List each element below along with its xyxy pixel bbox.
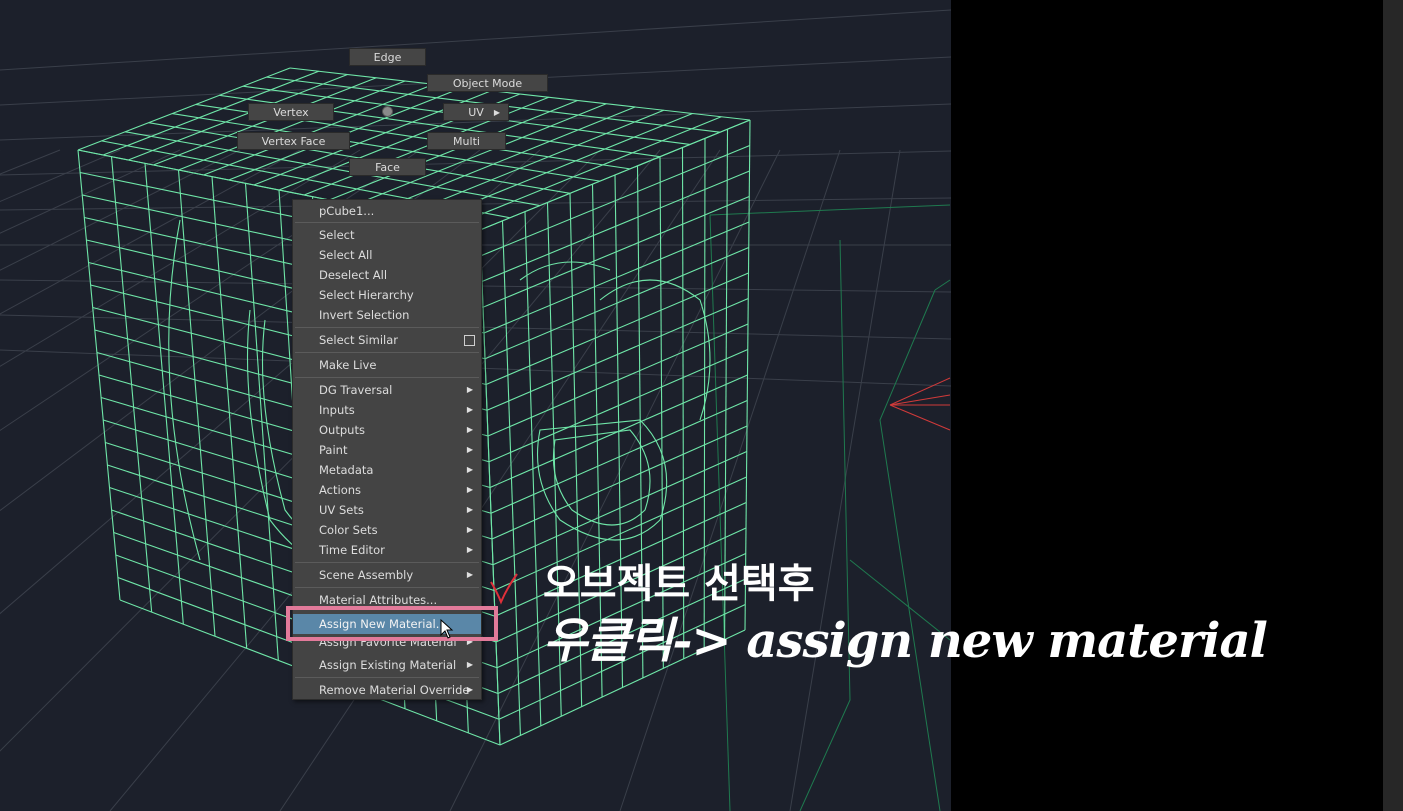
menu-separator [295, 352, 479, 353]
triangle-right-icon: ▶ [466, 405, 473, 414]
menu-item-label: Inputs [319, 403, 355, 417]
menu-item-label: Select Similar [319, 333, 398, 347]
uv-label: UV [468, 106, 484, 119]
3d-viewport[interactable]: Edge Object Mode Vertex UV ▶ Vertex Face… [0, 0, 951, 811]
triangle-right-icon: ▶ [466, 485, 473, 494]
menu-item-invert-selection[interactable]: Invert Selection [293, 305, 481, 325]
menu-item-label: Material Attributes... [319, 593, 438, 607]
option-box-icon[interactable] [464, 335, 475, 346]
triangle-right-icon: ▶ [466, 545, 473, 554]
menu-item-inputs[interactable]: Inputs ▶ [293, 400, 481, 420]
menu-item-remove-material-override[interactable]: Remove Material Override ▶ [293, 680, 481, 700]
triangle-right-icon: ▶ [466, 525, 473, 534]
menu-item-label: Select All [319, 248, 373, 262]
triangle-right-icon: ▶ [466, 465, 473, 474]
menu-item-label: Assign Existing Material [319, 658, 457, 672]
menu-item-actions[interactable]: Actions ▶ [293, 480, 481, 500]
marking-menu-multi[interactable]: Multi [427, 132, 506, 150]
triangle-right-icon: ▶ [466, 685, 473, 694]
triangle-right-icon: ▶ [466, 570, 473, 579]
menu-separator [295, 327, 479, 328]
marking-menu-face[interactable]: Face [349, 158, 426, 176]
marking-menu-center-dot [382, 106, 393, 117]
menu-item-deselect-all[interactable]: Deselect All [293, 265, 481, 285]
menu-item-label: Metadata [319, 463, 374, 477]
triangle-right-icon: ▶ [466, 385, 473, 394]
triangle-right-icon: ▶ [466, 505, 473, 514]
triangle-right-icon: ▶ [466, 425, 473, 434]
tutorial-annotation: 오브젝트 선택후 우클릭-> assign new material [543, 558, 1268, 672]
menu-item-assign-existing-material[interactable]: Assign Existing Material ▶ [293, 655, 481, 675]
menu-item-make-live[interactable]: Make Live [293, 355, 481, 375]
marking-menu-edge[interactable]: Edge [349, 48, 426, 66]
menu-separator [295, 222, 479, 223]
menu-item-uv-sets[interactable]: UV Sets ▶ [293, 500, 481, 520]
menu-item-select[interactable]: Select [293, 225, 481, 245]
menu-separator [295, 377, 479, 378]
right-black-panel [951, 0, 1403, 811]
menu-item-label: Time Editor [319, 543, 385, 557]
menu-item-select-hierarchy[interactable]: Select Hierarchy [293, 285, 481, 305]
menu-item-time-editor[interactable]: Time Editor ▶ [293, 540, 481, 560]
marking-menu-object-mode[interactable]: Object Mode [427, 74, 548, 92]
menu-item-color-sets[interactable]: Color Sets ▶ [293, 520, 481, 540]
menu-item-label: Paint [319, 443, 348, 457]
check-mark-icon [490, 573, 518, 605]
right-edge-strip [1383, 0, 1403, 811]
marking-menu-vertex[interactable]: Vertex [248, 103, 334, 121]
menu-item-label: Scene Assembly [319, 568, 414, 582]
annotation-line-1: 오브젝트 선택후 [543, 560, 815, 607]
menu-item-paint[interactable]: Paint ▶ [293, 440, 481, 460]
menu-item-select-all[interactable]: Select All [293, 245, 481, 265]
menu-item-label: Select Hierarchy [319, 288, 414, 302]
marking-menu-uv[interactable]: UV ▶ [443, 103, 509, 121]
tutorial-highlight-box [286, 606, 498, 641]
menu-separator [295, 587, 479, 588]
menu-item-label: Invert Selection [319, 308, 410, 322]
menu-item-label: Outputs [319, 423, 365, 437]
menu-item-select-similar[interactable]: Select Similar [293, 330, 481, 350]
menu-item-metadata[interactable]: Metadata ▶ [293, 460, 481, 480]
menu-item-scene-assembly[interactable]: Scene Assembly ▶ [293, 565, 481, 585]
menu-separator [295, 677, 479, 678]
menu-item-outputs[interactable]: Outputs ▶ [293, 420, 481, 440]
marking-menu-vertex-face[interactable]: Vertex Face [237, 132, 350, 150]
menu-item-label: Color Sets [319, 523, 378, 537]
menu-title-pcube1[interactable]: pCube1... [293, 201, 481, 221]
menu-item-label: Actions [319, 483, 362, 497]
menu-separator [295, 562, 479, 563]
menu-item-label: Deselect All [319, 268, 388, 282]
menu-item-dg-traversal[interactable]: DG Traversal ▶ [293, 380, 481, 400]
menu-item-label: Remove Material Override [319, 683, 470, 697]
menu-item-label: UV Sets [319, 503, 364, 517]
triangle-right-icon: ▶ [466, 445, 473, 454]
triangle-right-icon: ▶ [466, 660, 473, 669]
menu-item-label: Make Live [319, 358, 377, 372]
menu-item-label: DG Traversal [319, 383, 393, 397]
annotation-line-2: 우클릭-> assign new material [543, 613, 1268, 669]
mouse-cursor-icon [440, 619, 454, 639]
menu-item-label: Select [319, 228, 355, 242]
triangle-right-icon: ▶ [493, 108, 500, 117]
